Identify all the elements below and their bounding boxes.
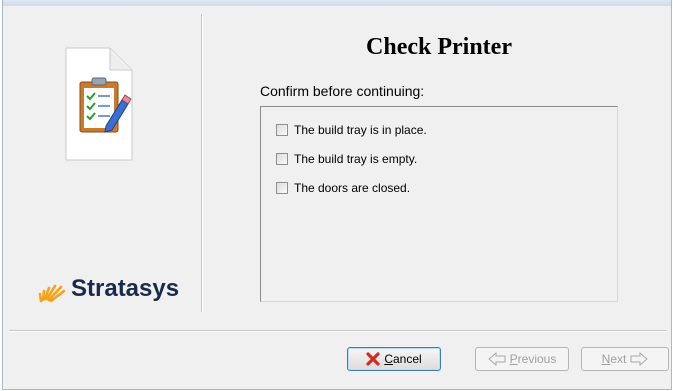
check-item-tray-in-place[interactable]: The build tray is in place. [276,122,427,138]
arrow-left-icon [487,352,506,366]
cancel-button[interactable]: Cancel [347,347,441,371]
check-item-tray-empty[interactable]: The build tray is empty. [276,151,417,167]
stratasys-logo: Stratasys [37,269,179,309]
confirmation-checklist: The build tray is in place. The build tr… [260,106,618,302]
check-item-doors-closed[interactable]: The doors are closed. [276,180,410,196]
cancel-mnemonic: C [384,352,393,366]
checkbox[interactable] [276,124,288,136]
next-button[interactable]: Next [581,347,669,371]
confirm-prompt: Confirm before continuing: [260,83,425,99]
left-panel: Stratasys [11,14,199,312]
previous-label-rest: revious [517,352,557,366]
check-label: The build tray is empty. [294,152,418,166]
previous-mnemonic: P [509,352,518,366]
panel-divider [201,14,203,312]
window-top-edge [3,0,671,6]
cancel-label-rest: ancel [392,352,422,366]
clipboard-checklist-icon [65,47,133,161]
next-label: Next [602,352,627,366]
checkbox[interactable] [276,153,288,165]
button-bar-divider [9,330,667,332]
previous-button[interactable]: Previous [475,347,569,371]
wizard-window: Stratasys Check Printer Confirm before c… [2,0,672,390]
previous-label: Previous [510,352,557,366]
cancel-label: Cancel [384,352,421,366]
check-label: The build tray is in place. [294,123,427,137]
red-x-icon [366,352,380,366]
page-title: Check Printer [366,34,512,60]
checkbox[interactable] [276,182,288,194]
next-label-rest: ext [610,352,627,366]
check-label: The doors are closed. [294,181,411,195]
stratasys-sunburst-icon [38,284,66,303]
arrow-right-icon [630,352,649,366]
brand-name: Stratasys [71,275,180,302]
